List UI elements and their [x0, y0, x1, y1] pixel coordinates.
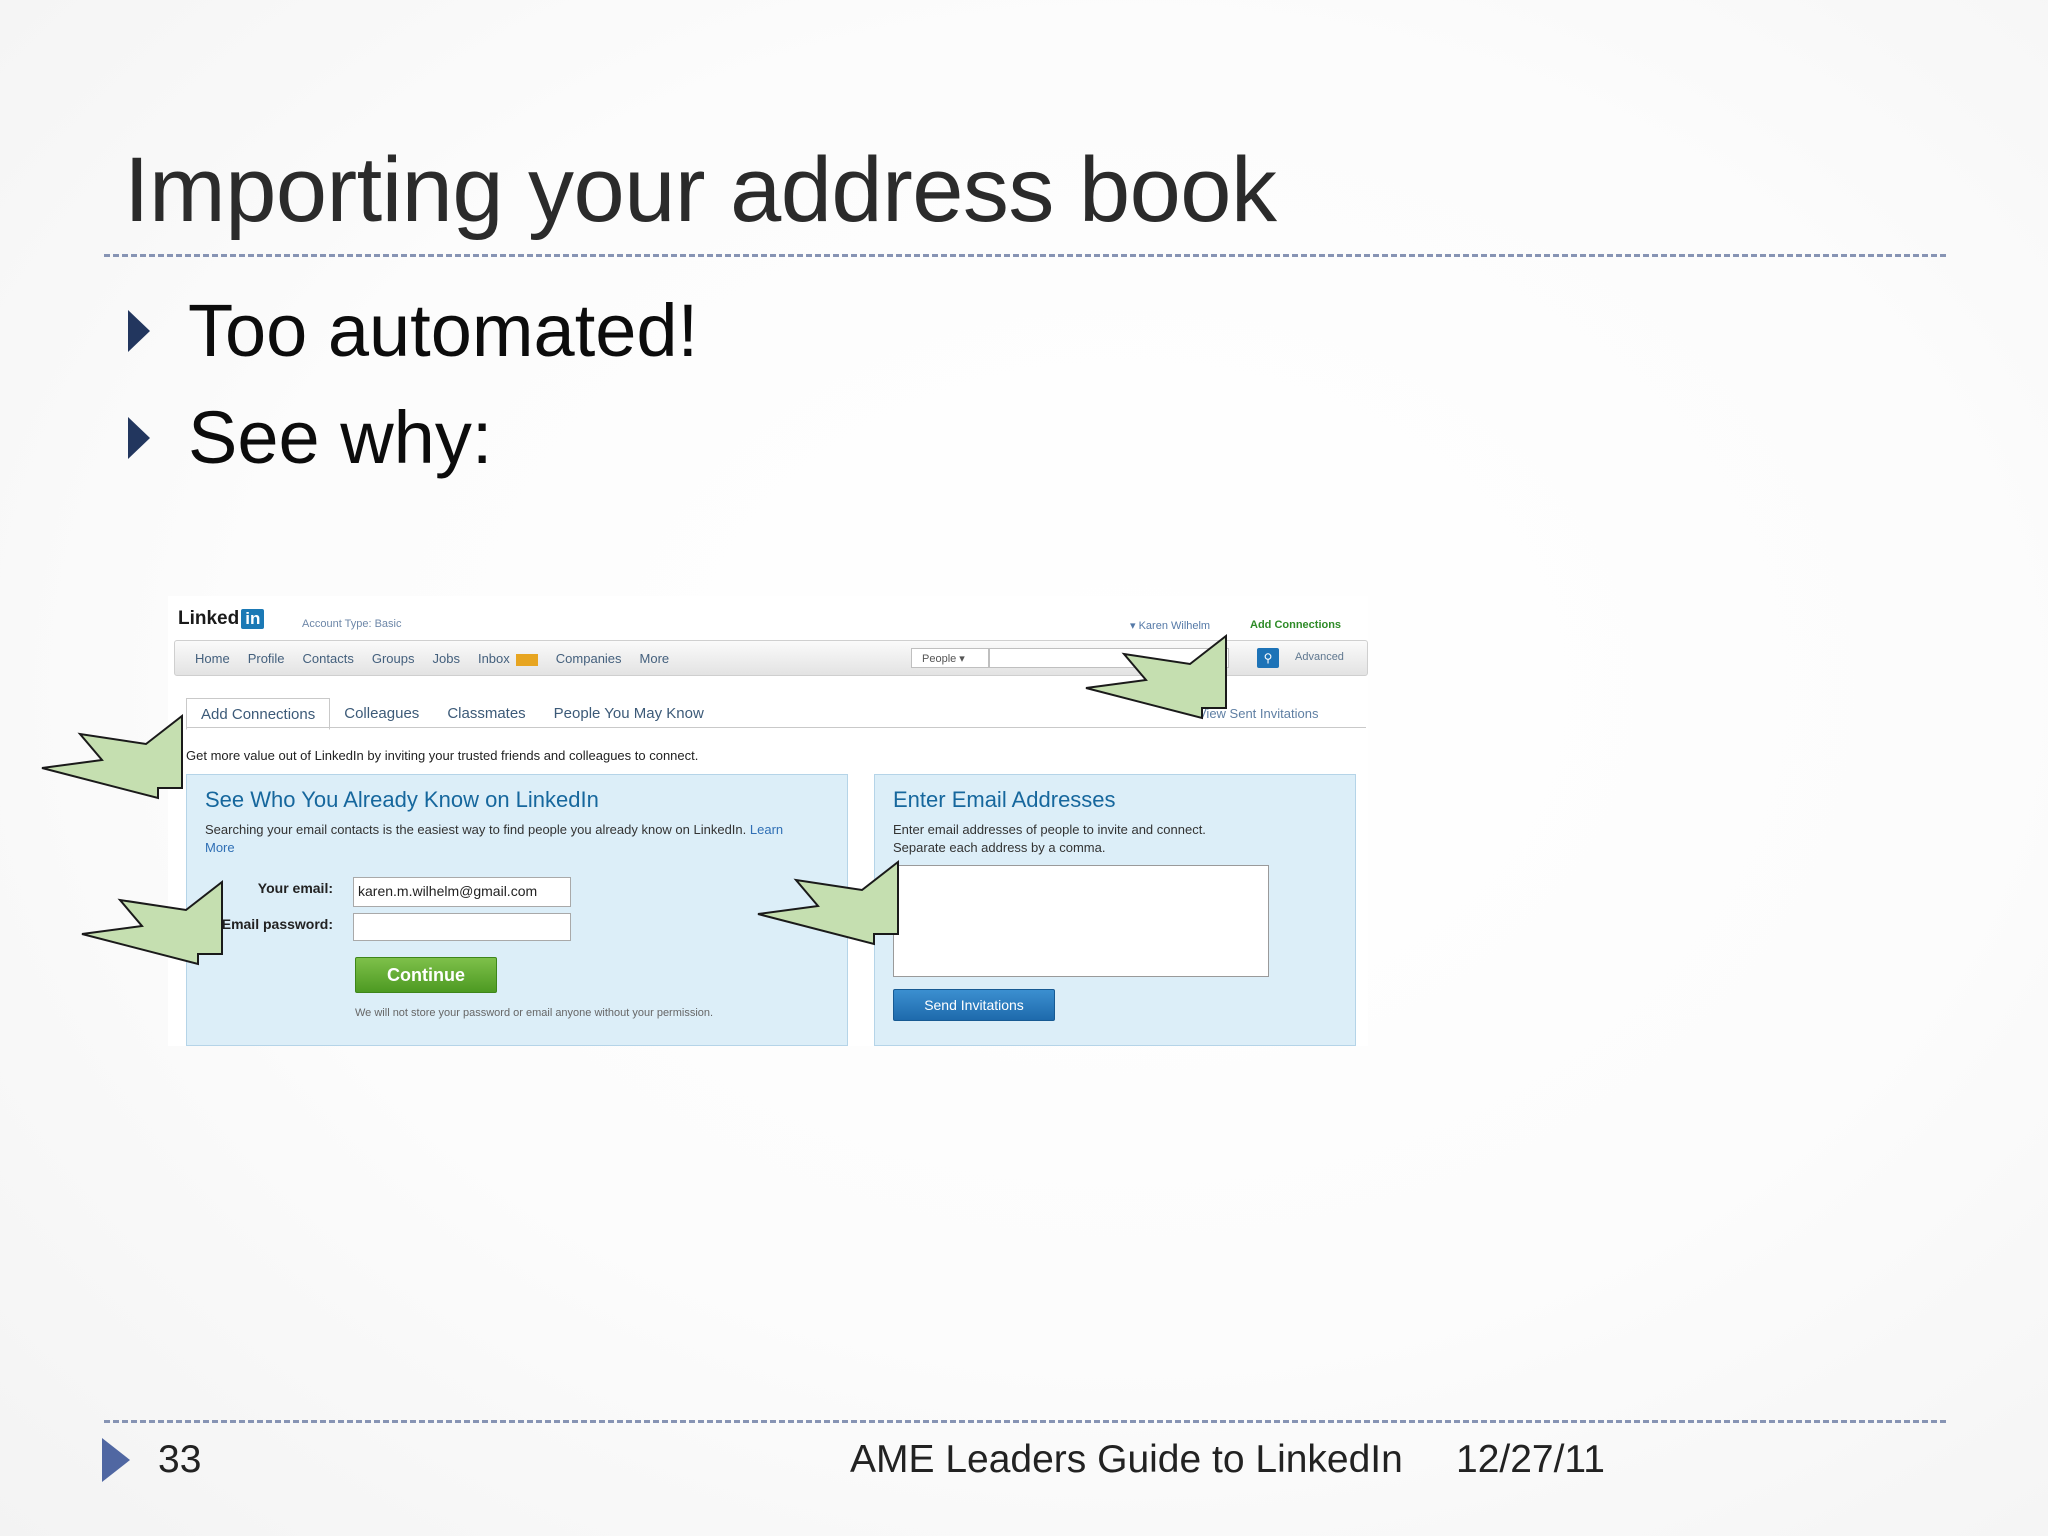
intro-text: Get more value out of LinkedIn by inviti…	[186, 748, 699, 763]
connection-tabs: Add Connections Colleagues Classmates Pe…	[186, 698, 718, 730]
add-connections-link[interactable]: Add Connections	[1250, 619, 1341, 631]
account-type: Account Type: Basic	[302, 618, 402, 630]
bullet-text: Too automated!	[188, 289, 699, 372]
password-field[interactable]	[353, 913, 571, 941]
footer-title: AME Leaders Guide to LinkedIn	[850, 1438, 1403, 1481]
arrow-icon	[1085, 633, 1227, 720]
arrow-icon	[41, 714, 183, 800]
tab-colleagues[interactable]: Colleagues	[330, 698, 433, 730]
nav-companies[interactable]: Companies	[556, 651, 622, 666]
footer-triangle-icon	[102, 1438, 130, 1482]
advanced-search-link[interactable]: Advanced	[1295, 651, 1344, 663]
see-who-you-know-panel: See Who You Already Know on LinkedIn Sea…	[186, 774, 848, 1046]
panel-title: Enter Email Addresses	[893, 787, 1116, 812]
arrow-icon	[81, 879, 223, 966]
arrow-icon	[757, 859, 899, 946]
footer-date: 12/27/11	[1456, 1438, 1605, 1481]
panel-description: Enter email addresses of people to invit…	[893, 822, 1206, 855]
bullet-text: See why:	[188, 396, 493, 479]
continue-button[interactable]: Continue	[355, 957, 497, 993]
bullet-item: Too automated!	[128, 288, 698, 373]
tab-people-you-may-know[interactable]: People You May Know	[540, 698, 718, 730]
panel-title: See Who You Already Know on LinkedIn	[205, 787, 599, 812]
email-field[interactable]: karen.m.wilhelm@gmail.com	[353, 877, 571, 907]
search-scope-select[interactable]: People ▾	[911, 648, 989, 668]
tab-classmates[interactable]: Classmates	[433, 698, 539, 730]
send-invitations-button[interactable]: Send Invitations	[893, 989, 1055, 1021]
nav-more[interactable]: More	[640, 651, 670, 666]
bullet-item: See why:	[128, 395, 492, 480]
tab-add-connections[interactable]: Add Connections	[186, 698, 331, 730]
linkedin-logo: Linked in	[178, 608, 265, 630]
email-addresses-textarea[interactable]	[893, 865, 1269, 977]
nav-home[interactable]: Home	[195, 651, 230, 666]
nav-jobs[interactable]: Jobs	[433, 651, 460, 666]
search-icon[interactable]: ⚲	[1257, 648, 1279, 668]
nav-inbox[interactable]: Inbox	[478, 651, 538, 666]
user-menu[interactable]: ▾ Karen Wilhelm	[1130, 619, 1210, 632]
nav-groups[interactable]: Groups	[372, 651, 415, 666]
bullet-triangle-icon	[128, 416, 150, 459]
email-label: Your email:	[257, 880, 333, 896]
panel-description: Searching your email contacts is the eas…	[205, 822, 784, 855]
password-label: Email password:	[221, 916, 333, 932]
page-number: 33	[158, 1438, 202, 1481]
bullet-triangle-icon	[128, 309, 150, 352]
footer-divider	[104, 1420, 1946, 1423]
tab-divider	[186, 727, 1366, 728]
nav-contacts[interactable]: Contacts	[303, 651, 354, 666]
enter-email-panel: Enter Email Addresses Enter email addres…	[874, 774, 1356, 1046]
slide-title: Importing your address book	[124, 139, 1277, 241]
title-divider	[104, 254, 1946, 257]
privacy-notice: We will not store your password or email…	[355, 1007, 714, 1019]
nav-profile[interactable]: Profile	[248, 651, 285, 666]
inbox-badge	[515, 653, 538, 666]
